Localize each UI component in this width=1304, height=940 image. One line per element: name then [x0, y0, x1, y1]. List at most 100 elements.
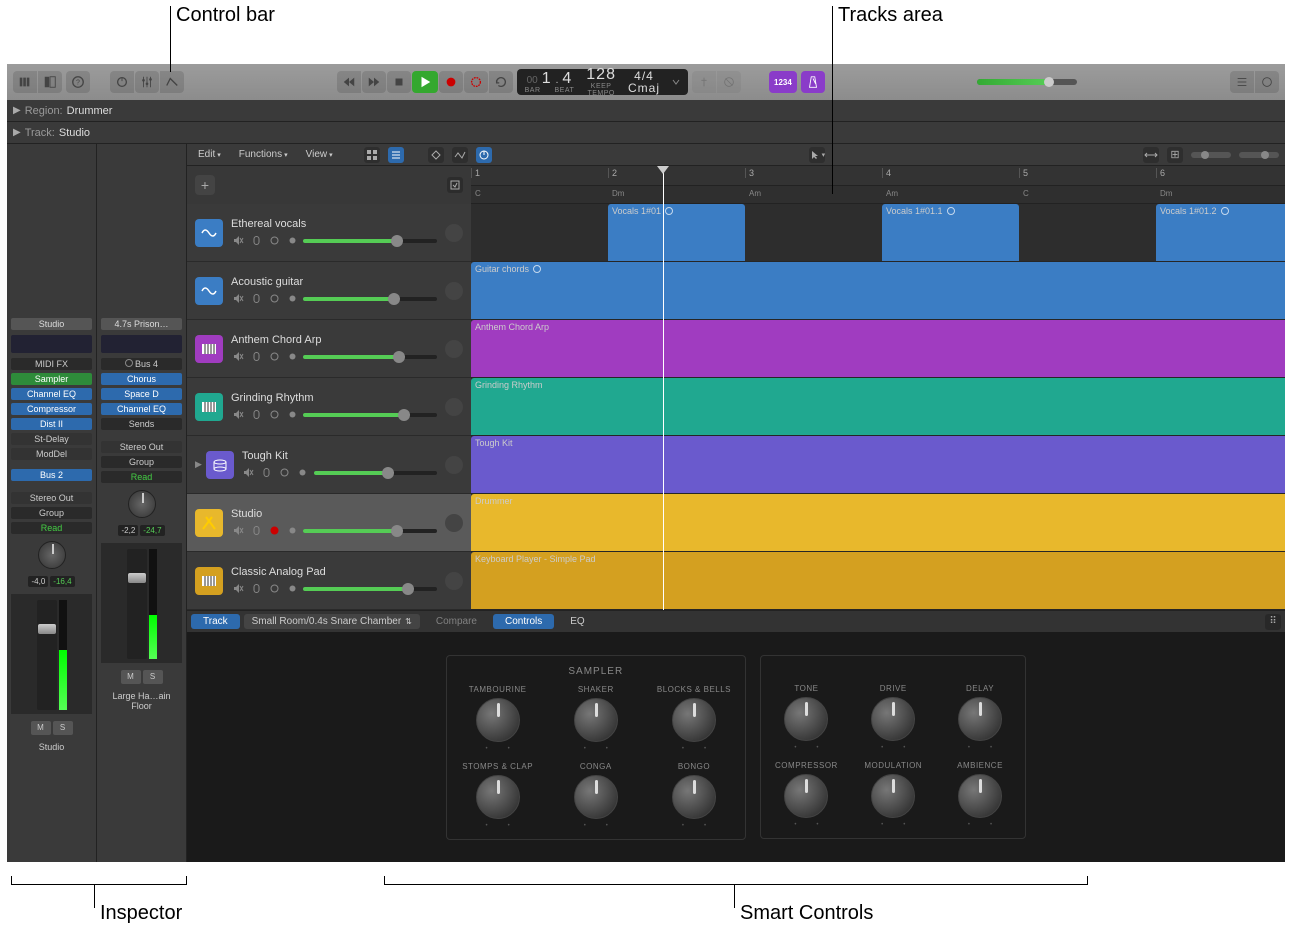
- track-volume-slider[interactable]: [314, 471, 437, 475]
- track-header[interactable]: Acoustic guitar: [187, 262, 471, 320]
- mute-icon[interactable]: [242, 466, 256, 480]
- ruler[interactable]: 123456: [471, 166, 1285, 186]
- controls-tab[interactable]: Controls: [493, 614, 554, 629]
- snap-icon[interactable]: [428, 147, 444, 163]
- input-monitor-icon[interactable]: [285, 582, 299, 596]
- low-latency-button[interactable]: [717, 71, 741, 93]
- track-header[interactable]: Ethereal vocals: [187, 204, 471, 262]
- mute-button[interactable]: M: [31, 721, 51, 735]
- insert-slot[interactable]: Channel EQ: [101, 403, 182, 415]
- chevron-down-icon[interactable]: [672, 78, 680, 86]
- region[interactable]: Keyboard Player - Simple Pad: [471, 552, 1285, 609]
- region-lane[interactable]: Drummer: [471, 494, 1285, 552]
- knob[interactable]: [476, 698, 520, 742]
- track-header[interactable]: Grinding Rhythm: [187, 378, 471, 436]
- track-pan-knob[interactable]: [445, 398, 463, 416]
- track-pan-knob[interactable]: [445, 224, 463, 242]
- preset-dropdown[interactable]: Small Room/0.4s Snare Chamber⇅: [244, 614, 420, 629]
- pan-knob[interactable]: [38, 541, 66, 569]
- catch-playhead-icon[interactable]: [447, 177, 463, 193]
- input-monitor-icon[interactable]: [285, 350, 299, 364]
- zoom-fit-icon[interactable]: ⊞: [1167, 147, 1183, 163]
- track-pan-knob[interactable]: [445, 282, 463, 300]
- input-monitor-icon[interactable]: [285, 292, 299, 306]
- knob[interactable]: [958, 774, 1002, 818]
- input-monitor-icon[interactable]: [296, 466, 310, 480]
- solo-icon[interactable]: [249, 408, 263, 422]
- eq-thumbnail[interactable]: [101, 335, 182, 353]
- vertical-zoom-slider[interactable]: [1191, 152, 1231, 158]
- inspector-button[interactable]: [38, 71, 62, 93]
- region-lane[interactable]: Tough Kit: [471, 436, 1285, 494]
- track-volume-slider[interactable]: [303, 355, 437, 359]
- library-button[interactable]: [13, 71, 37, 93]
- notes-button[interactable]: [1255, 71, 1279, 93]
- horizontal-zoom-slider[interactable]: [1239, 152, 1279, 158]
- knob[interactable]: [574, 775, 618, 819]
- region-lane[interactable]: Guitar chords: [471, 262, 1285, 320]
- track-pan-knob[interactable]: [445, 456, 463, 474]
- solo-button[interactable]: S: [53, 721, 73, 735]
- setting-slot[interactable]: 4.7s Prison…: [101, 318, 182, 330]
- region[interactable]: Grinding Rhythm: [471, 378, 1285, 435]
- region[interactable]: Tough Kit: [471, 436, 1285, 493]
- chevron-right-icon[interactable]: ▶: [195, 459, 202, 470]
- track-icon[interactable]: [195, 393, 223, 421]
- solo-icon[interactable]: [249, 582, 263, 596]
- quick-help-button[interactable]: ?: [66, 71, 90, 93]
- compare-button[interactable]: Compare: [424, 614, 489, 629]
- mute-icon[interactable]: [231, 408, 245, 422]
- insert-slot[interactable]: Dist II: [11, 418, 92, 430]
- record-enable-icon[interactable]: [267, 234, 281, 248]
- knob[interactable]: [871, 697, 915, 741]
- track-volume-slider[interactable]: [303, 297, 437, 301]
- play-button[interactable]: [412, 71, 438, 93]
- solo-icon[interactable]: [249, 234, 263, 248]
- track-icon[interactable]: [195, 219, 223, 247]
- solo-button[interactable]: S: [143, 670, 163, 684]
- region[interactable]: Vocals 1#01.1: [882, 204, 1019, 261]
- track-header[interactable]: Studio: [187, 494, 471, 552]
- send-slot[interactable]: Bus 2: [11, 469, 92, 481]
- region[interactable]: Guitar chords: [471, 262, 1285, 319]
- view-menu[interactable]: View ▾: [301, 147, 338, 162]
- grid-icon[interactable]: [364, 147, 380, 163]
- inspector-region-row[interactable]: ▶ Region: Drummer: [7, 100, 1285, 122]
- insert-slot[interactable]: St-Delay: [11, 433, 92, 445]
- solo-icon[interactable]: [249, 292, 263, 306]
- arrange-area[interactable]: 123456 CDmAmAmCDm Vocals 1#01 Vocals 1#0…: [471, 166, 1285, 610]
- automation-mode[interactable]: Read: [11, 522, 92, 534]
- track-header[interactable]: Classic Analog Pad: [187, 552, 471, 610]
- region[interactable]: Vocals 1#01: [608, 204, 745, 261]
- automation-mode[interactable]: Read: [101, 471, 182, 483]
- pan-knob[interactable]: [128, 490, 156, 518]
- track-pan-knob[interactable]: [445, 572, 463, 590]
- record-enable-icon[interactable]: [267, 408, 281, 422]
- setting-slot[interactable]: Studio: [11, 318, 92, 330]
- list-icon[interactable]: [388, 147, 404, 163]
- track-icon[interactable]: [206, 451, 234, 479]
- send-slot[interactable]: Bus 4: [101, 358, 182, 370]
- region[interactable]: Drummer: [471, 494, 1285, 551]
- track-pan-knob[interactable]: [445, 514, 463, 532]
- output-slot[interactable]: Stereo Out: [11, 492, 92, 504]
- track-pan-knob[interactable]: [445, 340, 463, 358]
- track-icon[interactable]: [195, 509, 223, 537]
- smart-controls-button[interactable]: [110, 71, 134, 93]
- input-monitor-icon[interactable]: [285, 234, 299, 248]
- playhead[interactable]: [663, 166, 664, 610]
- knob[interactable]: [672, 775, 716, 819]
- knob[interactable]: [784, 774, 828, 818]
- knob[interactable]: [871, 774, 915, 818]
- list-editors-button[interactable]: [1230, 71, 1254, 93]
- tab-track[interactable]: Track: [191, 614, 240, 629]
- rewind-button[interactable]: [337, 71, 361, 93]
- cycle-button[interactable]: [489, 71, 513, 93]
- tuner-button[interactable]: [692, 71, 716, 93]
- group-slot[interactable]: Group: [11, 507, 92, 519]
- insert-slot[interactable]: Compressor: [11, 403, 92, 415]
- input-monitor-icon[interactable]: [285, 408, 299, 422]
- inspector-track-row[interactable]: ▶ Track: Studio: [7, 122, 1285, 144]
- metronome-button[interactable]: [801, 71, 825, 93]
- record-enable-icon[interactable]: [267, 292, 281, 306]
